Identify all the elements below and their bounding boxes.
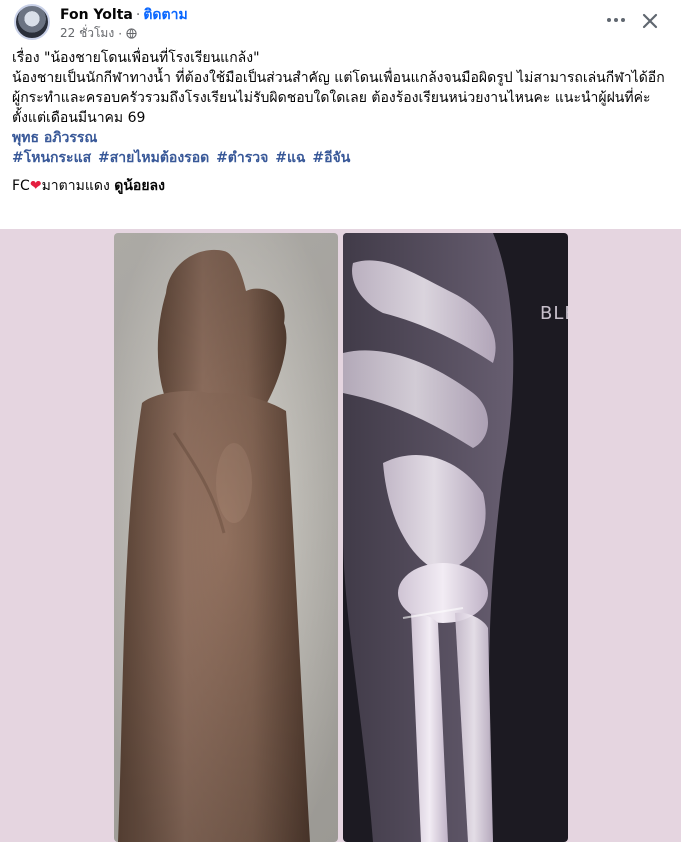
separator-dot: · [135, 7, 141, 23]
heart-icon: ❤ [29, 178, 42, 194]
follow-button[interactable]: ติดตาม [143, 7, 187, 23]
meta-separator: · [118, 26, 123, 41]
arm-photo[interactable] [114, 233, 338, 842]
fc-prefix: FC [12, 178, 30, 194]
fc-middle: มาตามแดง [41, 178, 110, 194]
post-media[interactable]: BLE [0, 229, 681, 842]
see-less-link[interactable]: ดูน้อยลง [114, 178, 165, 194]
xray-marker-text: BLE [540, 303, 568, 324]
since-line: ตั้งแต่เดือนมีนาคม 69 [12, 110, 146, 126]
xray-photo[interactable]: BLE [343, 233, 568, 842]
fc-line: FC❤มาตามแดง ดูน้อยลง [12, 176, 672, 196]
more-options-icon[interactable] [604, 10, 628, 30]
timestamp[interactable]: 22 ชั่วโมง [60, 24, 114, 43]
close-icon[interactable] [637, 8, 663, 34]
post-title-line: เรื่อง "น้องชายโดนเพื่อนที่โรงเรียนแกล้ง… [12, 50, 260, 66]
hashtags[interactable]: #โหนกระแส #สายไหมต้องรอด #ตำรวจ #แฉ #อีจ… [12, 148, 672, 168]
post-meta: 22 ชั่วโมง · [60, 24, 137, 43]
author-line: Fon Yolta · ติดตาม [60, 4, 188, 26]
post-text: เรื่อง "น้องชายโดนเพื่อนที่โรงเรียนแกล้ง… [12, 48, 672, 196]
post-body: น้องชายเป็นนักกีฬาทางน้ำ ที่ต้องใช้มือเป… [12, 70, 665, 106]
author-avatar[interactable] [14, 4, 50, 40]
author-name[interactable]: Fon Yolta [60, 7, 133, 23]
post-header: Fon Yolta · ติดตาม 22 ชั่วโมง · [0, 0, 681, 44]
mention-link[interactable]: พุทธ อภิวรรณ [12, 128, 672, 148]
globe-icon[interactable] [126, 28, 137, 39]
